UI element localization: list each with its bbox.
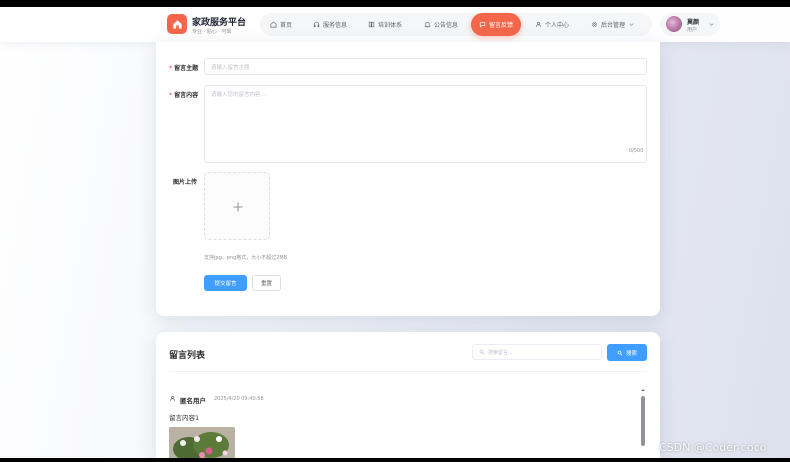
plus-icon: [233, 202, 243, 212]
headset-icon: [313, 21, 320, 28]
content-counter: 0/500: [629, 148, 644, 154]
user-name: 莫颜: [687, 19, 700, 26]
main-nav: 首页 服务信息 培训体系 公告信息 留言反馈 个人中心 后台管理: [260, 13, 652, 36]
nav-label-feedback: 留言反馈: [489, 22, 514, 29]
search-icon: [479, 349, 485, 355]
submit-button[interactable]: 提交留言: [204, 275, 247, 291]
message-image[interactable]: [169, 427, 235, 462]
nav-label-admin: 后台管理: [601, 22, 626, 29]
nav-item-admin[interactable]: 后台管理: [591, 13, 635, 36]
nav-label-home: 首页: [280, 22, 293, 29]
content-label: * 留言内容: [169, 92, 199, 99]
feedback-form-card: * 留言主题 请输入留言主题 * 留言内容 请输入您的留言内容... 0/500 图…: [156, 42, 660, 316]
message-list-card: 留言列表 搜索留言... 搜索 匿名用户 2025/4/20 09:40:58 …: [156, 332, 660, 462]
chevron-down-icon: [709, 23, 714, 26]
content-placeholder: 请输入您的留言内容...: [211, 92, 266, 98]
search-icon: [617, 350, 623, 355]
nav-item-services[interactable]: 服务信息: [313, 13, 347, 36]
message-author: 匿名用户: [180, 397, 206, 405]
search-button[interactable]: 搜索: [607, 344, 647, 361]
subject-label: * 留言主题: [169, 65, 199, 72]
scrollbar-thumb[interactable]: [641, 396, 645, 446]
letterbox-top: [0, 0, 790, 7]
scroll-up-arrow-icon[interactable]: [640, 387, 646, 393]
nav-item-home[interactable]: 首页: [270, 13, 292, 36]
watermark: CSDN @Coder-coco: [659, 441, 767, 454]
site-title: 家政服务平台: [192, 18, 247, 28]
user-icon: [169, 395, 176, 402]
home-icon: [270, 21, 277, 28]
nav-label-services: 服务信息: [323, 22, 348, 29]
upload-hint: 支持jpg、png格式，大小不超过2MB: [204, 255, 288, 261]
bell-icon: [424, 22, 431, 28]
search-placeholder: 搜索留言...: [488, 349, 513, 356]
nav-label-training: 培训体系: [378, 22, 403, 29]
user-menu[interactable]: 莫颜 用户: [660, 13, 720, 36]
content-textarea[interactable]: 请输入您的留言内容...: [204, 85, 647, 163]
search-button-label: 搜索: [625, 350, 637, 357]
nav-item-notices[interactable]: 公告信息: [424, 13, 458, 36]
nav-label-notices: 公告信息: [434, 22, 459, 29]
nav-item-feedback[interactable]: 留言反馈: [471, 13, 522, 36]
home-logo-icon: [172, 19, 182, 29]
user-icon: [535, 21, 542, 28]
image-upload[interactable]: [204, 172, 270, 240]
message-time: 2025/4/20 09:40:58: [214, 396, 264, 402]
letterbox-bottom: [0, 458, 790, 462]
chat-icon: [479, 22, 486, 28]
nav-label-profile: 个人中心: [545, 22, 570, 29]
logo[interactable]: [167, 14, 187, 34]
avatar: [666, 16, 682, 32]
reset-button[interactable]: 重置: [252, 275, 281, 291]
upload-label: 图片上传: [173, 179, 198, 186]
message-content: 留言内容1: [169, 414, 200, 422]
flower-photo: [169, 427, 235, 462]
gear-icon: [591, 21, 598, 28]
nav-item-training[interactable]: 培训体系: [368, 13, 402, 36]
search-input[interactable]: 搜索留言...: [472, 344, 602, 360]
book-icon: [368, 21, 375, 28]
nav-item-profile[interactable]: 个人中心: [535, 13, 569, 36]
user-role: 用户: [687, 27, 698, 33]
divider: [169, 371, 647, 372]
list-title: 留言列表: [169, 351, 206, 361]
subject-placeholder: 请输入留言主题: [211, 65, 250, 71]
site-subtitle: 专业 · 贴心 · 可靠: [192, 29, 232, 35]
top-navbar: 家政服务平台 专业 · 贴心 · 可靠 首页 服务信息 培训体系 公告信息 留言…: [0, 7, 790, 42]
subject-input[interactable]: 请输入留言主题: [204, 58, 647, 75]
chevron-down-icon: [629, 23, 634, 26]
